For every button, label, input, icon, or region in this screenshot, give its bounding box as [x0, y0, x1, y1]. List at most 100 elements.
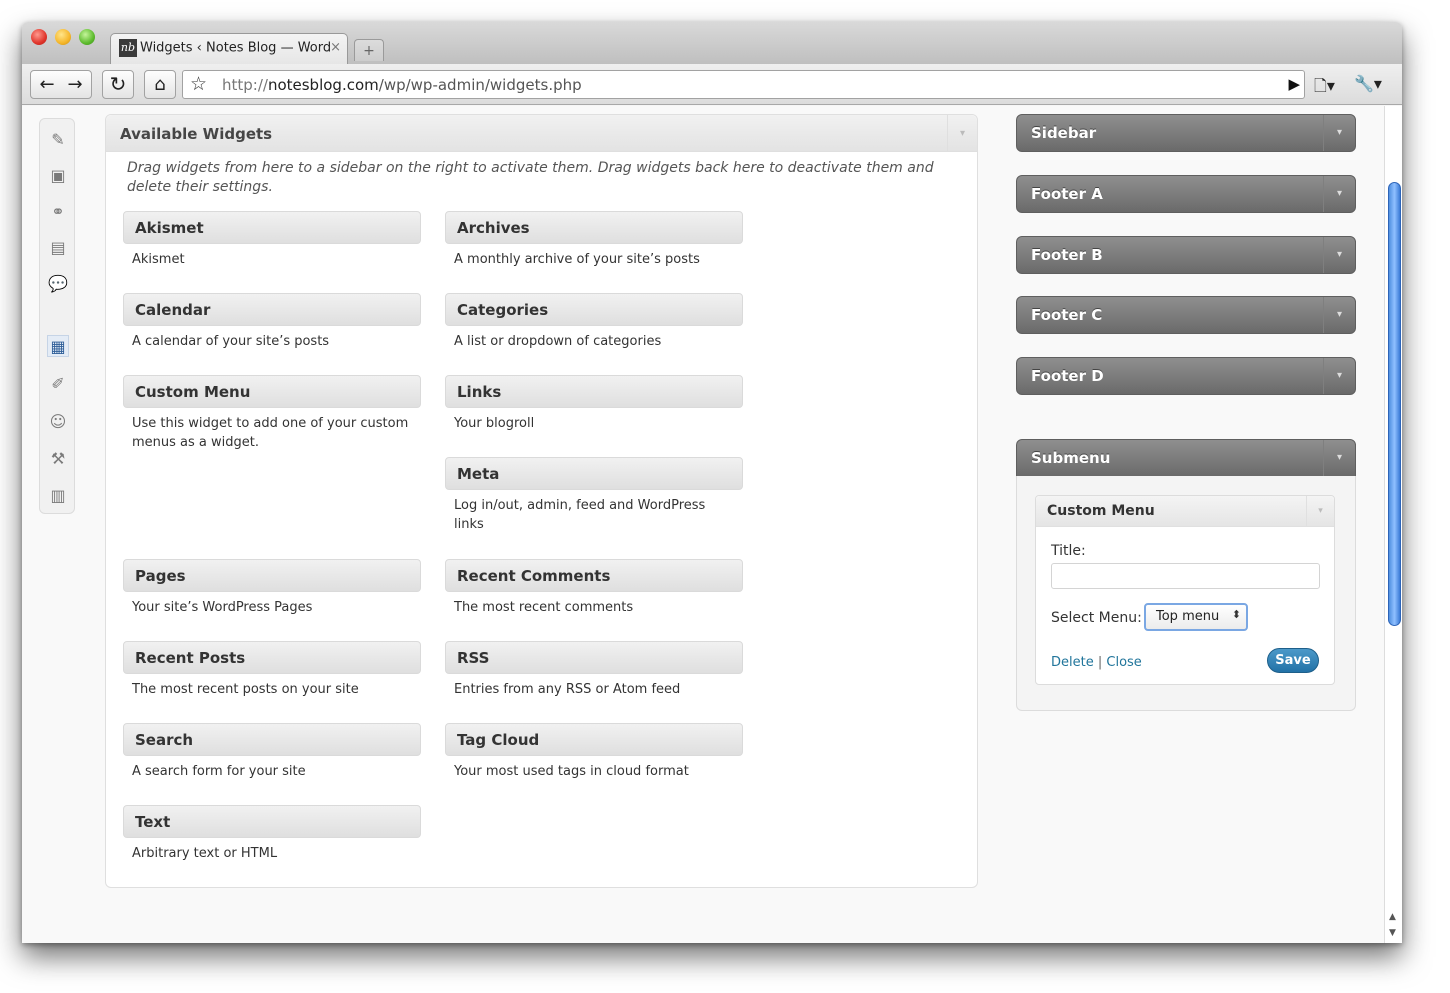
widget-title[interactable]: RSS	[445, 641, 743, 674]
expand-toggle-icon[interactable]: ▾	[1323, 237, 1355, 273]
widget-title[interactable]: Pages	[123, 559, 421, 592]
available-widgets-box: Available Widgets ▾ Drag widgets from he…	[105, 114, 978, 888]
widget-title[interactable]: Recent Posts	[123, 641, 421, 674]
widget-calendar[interactable]: Calendar A calendar of your site’s posts	[123, 293, 421, 351]
widget-title[interactable]: Text	[123, 805, 421, 838]
available-widgets-title: Available Widgets	[120, 125, 273, 143]
close-link[interactable]: Close	[1106, 655, 1141, 670]
widget-categories[interactable]: Categories A list or dropdown of categor…	[445, 293, 743, 351]
submenu-drop-area: Custom Menu ▾ Title: Select Menu: Top me…	[1016, 476, 1356, 711]
select-menu-dropdown[interactable]: Top menu ⬍	[1144, 603, 1248, 631]
close-window-button[interactable]	[31, 29, 47, 45]
sidebar-area-sidebar[interactable]: Sidebar ▾	[1016, 114, 1356, 152]
widget-akismet[interactable]: Akismet Akismet	[123, 211, 421, 269]
widget-title[interactable]: Links	[445, 375, 743, 408]
menu-comments-icon[interactable]: 💬	[47, 273, 69, 295]
back-forward-group: ← →	[30, 70, 92, 99]
reload-icon[interactable]: ↻	[102, 70, 134, 99]
widget-recent-posts[interactable]: Recent Posts The most recent posts on yo…	[123, 641, 421, 699]
menu-plugins-icon[interactable]: ✐	[47, 373, 69, 395]
sidebar-area-title: Footer B	[1031, 246, 1103, 264]
menu-users-icon[interactable]: ☺	[47, 411, 69, 433]
vertical-scrollbar[interactable]: ▲ ▼	[1384, 106, 1402, 943]
new-tab-button[interactable]: +	[354, 39, 384, 61]
sidebar-area-footer-d[interactable]: Footer D ▾	[1016, 357, 1356, 395]
widget-description: Entries from any RSS or Atom feed	[454, 682, 681, 697]
sidebar-area-footer-a[interactable]: Footer A ▾	[1016, 175, 1356, 213]
widget-description: Your site’s WordPress Pages	[132, 600, 313, 615]
expand-toggle-icon[interactable]: ▾	[1323, 358, 1355, 394]
bookmark-star-icon[interactable]: ☆	[190, 73, 207, 95]
widget-tag-cloud[interactable]: Tag Cloud Your most used tags in cloud f…	[445, 723, 743, 781]
widget-title[interactable]: Archives	[445, 211, 743, 244]
widget-links[interactable]: Links Your blogroll	[445, 375, 743, 433]
widget-search[interactable]: Search A search form for your site	[123, 723, 421, 781]
available-widgets-header[interactable]: Available Widgets ▾	[106, 115, 977, 152]
collapse-toggle-icon[interactable]: ▾	[1323, 440, 1355, 476]
menu-appearance-icon[interactable]: ▦	[47, 335, 69, 357]
forward-arrow-icon[interactable]: →	[61, 71, 89, 98]
menu-pages-icon[interactable]: ▤	[47, 237, 69, 259]
delete-link[interactable]: Delete	[1051, 655, 1094, 670]
scrollbar-thumb[interactable]	[1388, 182, 1401, 626]
sidebar-area-submenu[interactable]: Submenu ▾	[1016, 439, 1356, 477]
address-bar[interactable]: ☆ http://notesblog.com/wp/wp-admin/widge…	[182, 70, 1305, 99]
widget-description: Your most used tags in cloud format	[454, 764, 689, 779]
tab-widgets[interactable]: nb Widgets ‹ Notes Blog — Word ×	[110, 33, 348, 64]
tab-bar: nb Widgets ‹ Notes Blog — Word × +	[22, 22, 1402, 64]
menu-links-icon[interactable]: ⚭	[47, 201, 69, 223]
sidebar-area-footer-b[interactable]: Footer B ▾	[1016, 236, 1356, 274]
widget-archives[interactable]: Archives A monthly archive of your site’…	[445, 211, 743, 269]
collapse-toggle-icon[interactable]: ▾	[1306, 496, 1334, 527]
save-button[interactable]: Save	[1267, 648, 1319, 673]
expand-toggle-icon[interactable]: ▾	[1323, 115, 1355, 151]
widget-title[interactable]: Meta	[445, 457, 743, 490]
custom-menu-widget-title: Custom Menu	[1047, 503, 1155, 519]
widget-title[interactable]: Search	[123, 723, 421, 756]
custom-menu-widget-header[interactable]: Custom Menu ▾	[1036, 496, 1334, 527]
sidebar-area-footer-c[interactable]: Footer C ▾	[1016, 296, 1356, 334]
widget-rss[interactable]: RSS Entries from any RSS or Atom feed	[445, 641, 743, 699]
scroll-up-arrow-icon[interactable]: ▲	[1389, 912, 1396, 922]
site-favicon-icon: nb	[119, 39, 137, 57]
menu-settings-icon[interactable]: ▥	[47, 485, 69, 507]
widget-meta[interactable]: Meta Log in/out, admin, feed and WordPre…	[445, 457, 743, 534]
url-text[interactable]: http://notesblog.com/wp/wp-admin/widgets…	[222, 76, 582, 94]
admin-menu: ✎ ▣ ⚭ ▤ 💬 ▦ ✐ ☺ ⚒ ▥	[39, 118, 75, 514]
widget-title[interactable]: Categories	[445, 293, 743, 326]
zoom-window-button[interactable]	[79, 29, 95, 45]
widget-description: Akismet	[132, 252, 185, 267]
widget-title[interactable]: Recent Comments	[445, 559, 743, 592]
widget-control-links: Delete | Close	[1051, 655, 1142, 670]
minimize-window-button[interactable]	[55, 29, 71, 45]
widget-title[interactable]: Tag Cloud	[445, 723, 743, 756]
home-icon[interactable]: ⌂	[144, 70, 176, 99]
menu-tools-icon[interactable]: ⚒	[47, 448, 69, 470]
go-arrow-icon[interactable]: ▶	[1288, 75, 1300, 93]
widget-pages[interactable]: Pages Your site’s WordPress Pages	[123, 559, 421, 617]
title-label: Title:	[1051, 543, 1086, 559]
sidebar-area-title: Sidebar	[1031, 124, 1097, 142]
title-input[interactable]	[1051, 563, 1320, 589]
widget-title[interactable]: Calendar	[123, 293, 421, 326]
select-menu-label: Select Menu:	[1051, 610, 1142, 626]
expand-toggle-icon[interactable]: ▾	[1323, 297, 1355, 333]
browser-toolbar: ← → ↻ ⌂ ☆ http://notesblog.com/wp/wp-admi…	[22, 64, 1402, 105]
wrench-menu-icon[interactable]: 🔧▾	[1354, 74, 1382, 93]
select-menu-value: Top menu	[1156, 609, 1220, 624]
widget-title[interactable]: Akismet	[123, 211, 421, 244]
page-menu-icon[interactable]: 🗋▾	[1314, 75, 1335, 102]
collapse-toggle-icon[interactable]: ▾	[947, 115, 977, 152]
close-tab-icon[interactable]: ×	[330, 40, 341, 55]
url-scheme: http://	[222, 76, 268, 94]
expand-toggle-icon[interactable]: ▾	[1323, 176, 1355, 212]
widget-text[interactable]: Text Arbitrary text or HTML	[123, 805, 421, 863]
widget-recent-comments[interactable]: Recent Comments The most recent comments	[445, 559, 743, 617]
widget-custom-menu[interactable]: Custom Menu Use this widget to add one o…	[123, 375, 421, 452]
scroll-down-arrow-icon[interactable]: ▼	[1389, 928, 1396, 938]
back-arrow-icon[interactable]: ←	[33, 71, 61, 98]
menu-posts-icon[interactable]: ✎	[47, 129, 69, 151]
widget-title[interactable]: Custom Menu	[123, 375, 421, 408]
page-content: ✎ ▣ ⚭ ▤ 💬 ▦ ✐ ☺ ⚒ ▥ Available Widgets ▾ …	[22, 106, 1384, 943]
menu-media-icon[interactable]: ▣	[47, 165, 69, 187]
